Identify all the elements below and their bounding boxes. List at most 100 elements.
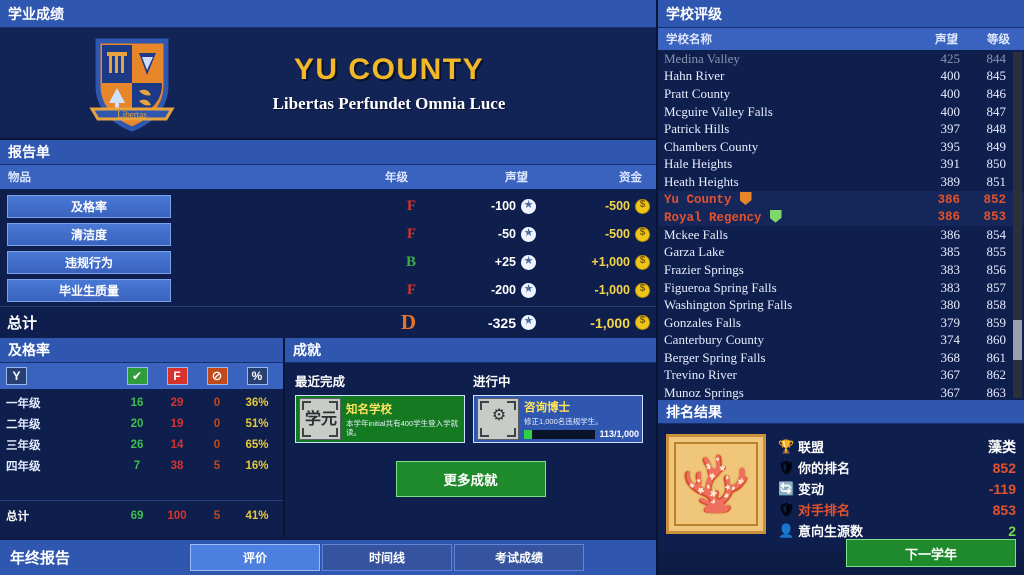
report-card-row: 及格率 F-100-500 [0, 192, 656, 220]
bottom-tab[interactable]: 考试成绩 [454, 544, 584, 571]
report-card-body: 及格率F-100-500清洁度F-50-500违规行为B+25+1,000毕业生… [0, 189, 656, 338]
school-rating-row[interactable]: Gonzales Falls 379 859 [658, 314, 1024, 332]
school-row-reputation: 386 [937, 192, 960, 207]
school-row-name: Mckee Falls [664, 226, 728, 242]
result-row-value: 藻类 [988, 438, 1016, 455]
school-row-reputation: 380 [940, 297, 961, 313]
school-row-reputation: 383 [940, 279, 961, 295]
pass-rate-row: 三年级 26 14 0 65% [0, 434, 283, 455]
report-category-button[interactable]: 及格率 [7, 194, 171, 218]
result-row-label: 对手排名 [798, 503, 851, 518]
report-total-rep-value: -325 [487, 314, 516, 331]
school-rating-row[interactable]: Washington Spring Falls 380 858 [658, 296, 1024, 314]
school-rating-row[interactable]: Royal Regency 386 853 [658, 208, 1024, 226]
pass-rate-row: 四年级 7 38 5 16% [0, 455, 283, 476]
pass-rate-year: 三年级 [6, 439, 41, 452]
result-row-icon: 🛡 [778, 501, 795, 517]
school-rating-row[interactable]: Yu County 386 852 [658, 190, 1024, 209]
school-rating-row[interactable]: Patrick Hills 397 848 [658, 120, 1024, 138]
ranking-result-row: 👤 意向生源数 2 [778, 520, 1016, 541]
school-row-rank: 857 [986, 279, 1007, 295]
report-row-grade: F [406, 197, 416, 214]
school-row-rank: 851 [986, 173, 1007, 189]
result-row-icon: 🔄 [778, 480, 795, 496]
school-rating-row[interactable]: Chambers County 395 849 [658, 138, 1024, 156]
school-rating-row[interactable]: Garza Lake 385 855 [658, 244, 1024, 262]
bottom-tab[interactable]: 时间线 [322, 544, 452, 571]
reputation-star-icon [521, 198, 536, 214]
school-row-name: Royal Regency [664, 209, 902, 225]
school-ratings-columns: 学校名称 声望 等级 [658, 28, 1024, 50]
school-row-name: Hahn River [664, 68, 725, 84]
school-row-rank: 845 [986, 68, 1007, 84]
school-ratings-title: 学校评级 [666, 5, 722, 22]
achievement-cards: 学元 知名学校 本学年initial共有400学生登入学就读。 ⚙ 咨询博士 修… [285, 390, 656, 443]
school-row-reputation: 383 [940, 261, 961, 277]
school-row-rank: 861 [986, 349, 1007, 365]
school-ratings-list[interactable]: Medina Valley 425 844 Hahn River 400 845 Pratt… [658, 50, 1024, 400]
bottom-tab[interactable]: 评价 [190, 544, 320, 571]
pass-rate-fail: 38 [170, 459, 184, 472]
diploma-icon: 学元 [299, 398, 341, 440]
school-row-reputation: 368 [940, 349, 961, 365]
school-rating-row[interactable]: Mcguire Valley Falls 400 847 [658, 103, 1024, 121]
pass-rate-total-fail: 100 [167, 509, 187, 522]
more-achievements-button[interactable]: 更多成就 [395, 461, 546, 497]
year-icon: Y [6, 367, 27, 385]
school-row-rank: 855 [986, 244, 1007, 260]
report-category-button[interactable]: 违规行为 [7, 250, 171, 274]
banned-icon: ⊘ [206, 367, 228, 385]
achievement-card-completed[interactable]: 学元 知名学校 本学年initial共有400学生登入学就读。 [295, 395, 465, 443]
school-rating-row[interactable]: Trevino River 367 862 [658, 367, 1024, 385]
result-row-label: 变动 [798, 482, 825, 497]
counselor-icon: ⚙ [477, 398, 519, 440]
pass-rate-percent: 16% [245, 459, 269, 472]
school-rating-row[interactable]: Mckee Falls 386 854 [658, 226, 1024, 244]
school-rating-row[interactable]: Figueroa Spring Falls 383 857 [658, 279, 1024, 297]
school-rating-row[interactable]: Heath Heights 389 851 [658, 173, 1024, 191]
school-row-rank: 856 [986, 261, 1007, 277]
report-category-button[interactable]: 毕业生质量 [7, 278, 171, 302]
school-identity: YU COUNTY Libertas Perfundet Omnia Luce [182, 53, 596, 114]
pass-rate-row: 一年级 16 29 0 36% [0, 392, 283, 413]
report-category-button[interactable]: 清洁度 [7, 222, 171, 246]
achievement-card-in-progress[interactable]: ⚙ 咨询博士 修正1,000名违规学生。 113/1,000 [473, 395, 643, 443]
school-shield-icon [769, 209, 782, 223]
school-rating-row[interactable]: Hahn River 400 845 [658, 68, 1024, 86]
report-card-row: 清洁度 F-50-500 [0, 220, 656, 248]
pass-rate-pass: 26 [130, 438, 144, 451]
school-rating-row[interactable]: Munoz Springs 367 863 [658, 384, 1024, 400]
ratings-scrollbar-thumb[interactable] [1013, 320, 1022, 360]
school-row-reputation: 425 [940, 50, 961, 66]
report-total-label: 总计 [7, 315, 38, 332]
school-row-name: Frazier Springs [664, 261, 744, 277]
result-row-icon: 🛡 [778, 459, 795, 475]
pass-rate-year: 二年级 [6, 418, 41, 431]
school-rating-row[interactable]: Berger Spring Falls 368 861 [658, 349, 1024, 367]
pass-rate-pass: 16 [130, 396, 144, 409]
recent-column-title: 最近完成 [295, 375, 346, 389]
year-end-report-screen: 学业成绩 Libertas YU COUNTY Libertas Perfund… [0, 0, 1024, 575]
pass-rate-year: 四年级 [6, 460, 41, 473]
school-banner: Libertas YU COUNTY Libertas Perfundet Om… [0, 28, 656, 140]
school-row-reputation: 400 [940, 68, 961, 84]
school-row-rank: 844 [986, 50, 1007, 66]
report-card-row: 毕业生质量 F-200-1,000 [0, 276, 656, 304]
ranking-results-body: 🪸 🏆 联盟 藻类 🛡 你的排名 852 🔄 变动 -119 🛡 对手排名 853 👤 意向生源数 2 [658, 424, 1024, 552]
school-crest-icon: Libertas [82, 33, 182, 133]
school-row-reputation: 400 [940, 103, 961, 119]
school-row-name: Patrick Hills [664, 121, 730, 137]
school-row-reputation: 386 [940, 226, 961, 242]
school-rating-row[interactable]: Medina Valley 425 844 [658, 50, 1024, 68]
ratings-scrollbar[interactable] [1013, 52, 1022, 398]
school-rating-row[interactable]: Pratt County 400 846 [658, 85, 1024, 103]
percent-icon: % [246, 367, 268, 385]
school-rating-row[interactable]: Hale Heights 391 850 [658, 156, 1024, 174]
school-rating-row[interactable]: Canterbury County 374 860 [658, 332, 1024, 350]
school-row-rank: 849 [986, 138, 1007, 154]
next-year-button[interactable]: 下一学年 [846, 539, 1016, 567]
school-shield-icon [739, 192, 752, 206]
school-rating-row[interactable]: Frazier Springs 383 856 [658, 261, 1024, 279]
left-column: 学业成绩 Libertas YU COUNTY Libertas Perfund… [0, 0, 656, 575]
funds-coin-icon [635, 254, 650, 270]
